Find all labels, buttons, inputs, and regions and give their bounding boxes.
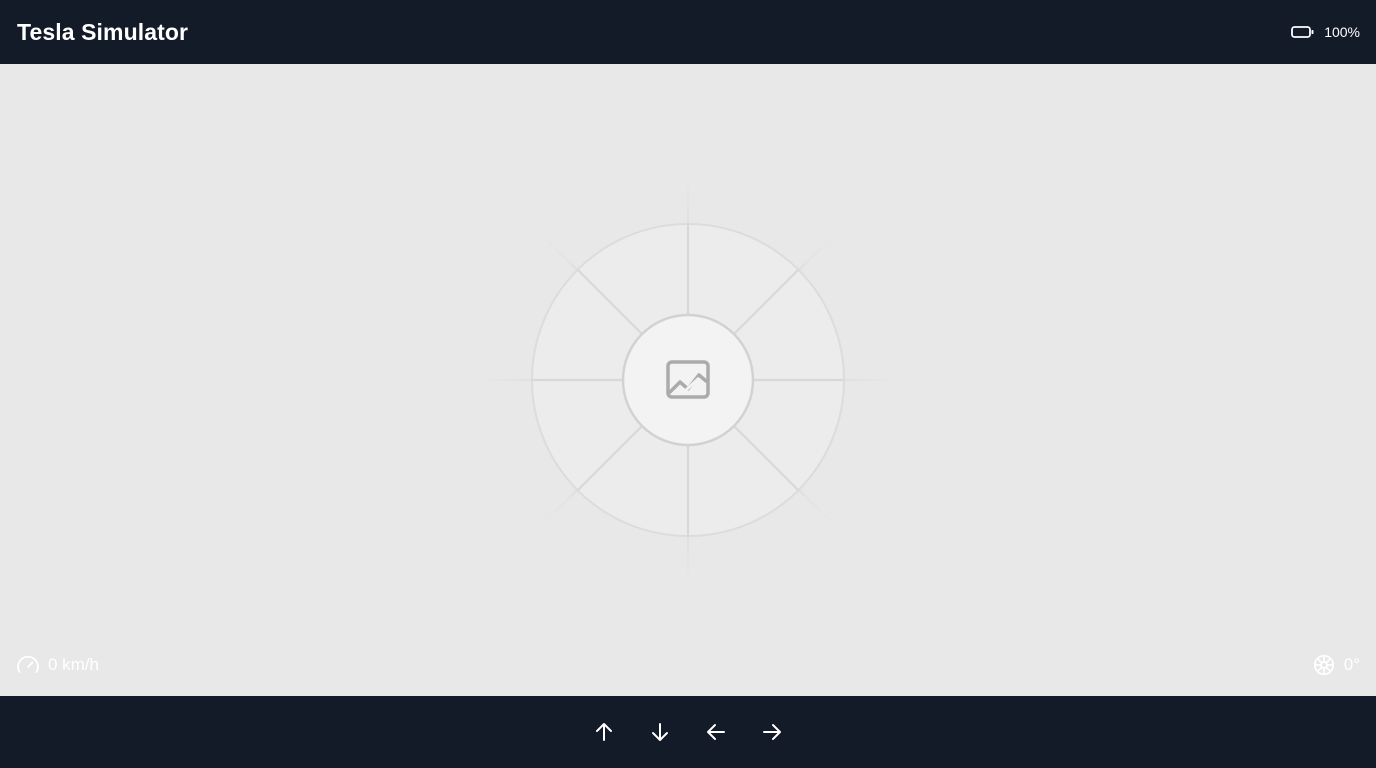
battery-level: 100%	[1324, 24, 1360, 40]
gauge-icon	[16, 654, 40, 676]
arrow-left-icon	[706, 722, 726, 742]
speed-readout: 0 km/h	[16, 654, 99, 676]
steer-right-button[interactable]	[760, 720, 784, 744]
arrow-right-icon	[762, 722, 782, 742]
steering-readout: 0°	[1313, 654, 1360, 676]
top-bar: Tesla Simulator 100%	[0, 0, 1376, 64]
speed-value: 0 km/h	[48, 655, 100, 674]
accelerate-button[interactable]	[592, 720, 616, 744]
control-bar	[0, 696, 1376, 768]
steering-wheel-icon	[1313, 654, 1335, 676]
arrow-down-icon	[650, 722, 670, 742]
steer-left-button[interactable]	[704, 720, 728, 744]
image-placeholder	[468, 158, 908, 602]
brake-button[interactable]	[648, 720, 672, 744]
app-title: Tesla Simulator	[17, 18, 189, 45]
battery-icon	[1291, 25, 1315, 39]
arrow-up-icon	[594, 722, 614, 742]
simulator-viewport: 0 km/h 0°	[0, 64, 1376, 696]
battery-status: 100%	[1291, 24, 1360, 40]
steering-angle-value: 0°	[1343, 655, 1360, 674]
image-icon	[666, 358, 710, 402]
